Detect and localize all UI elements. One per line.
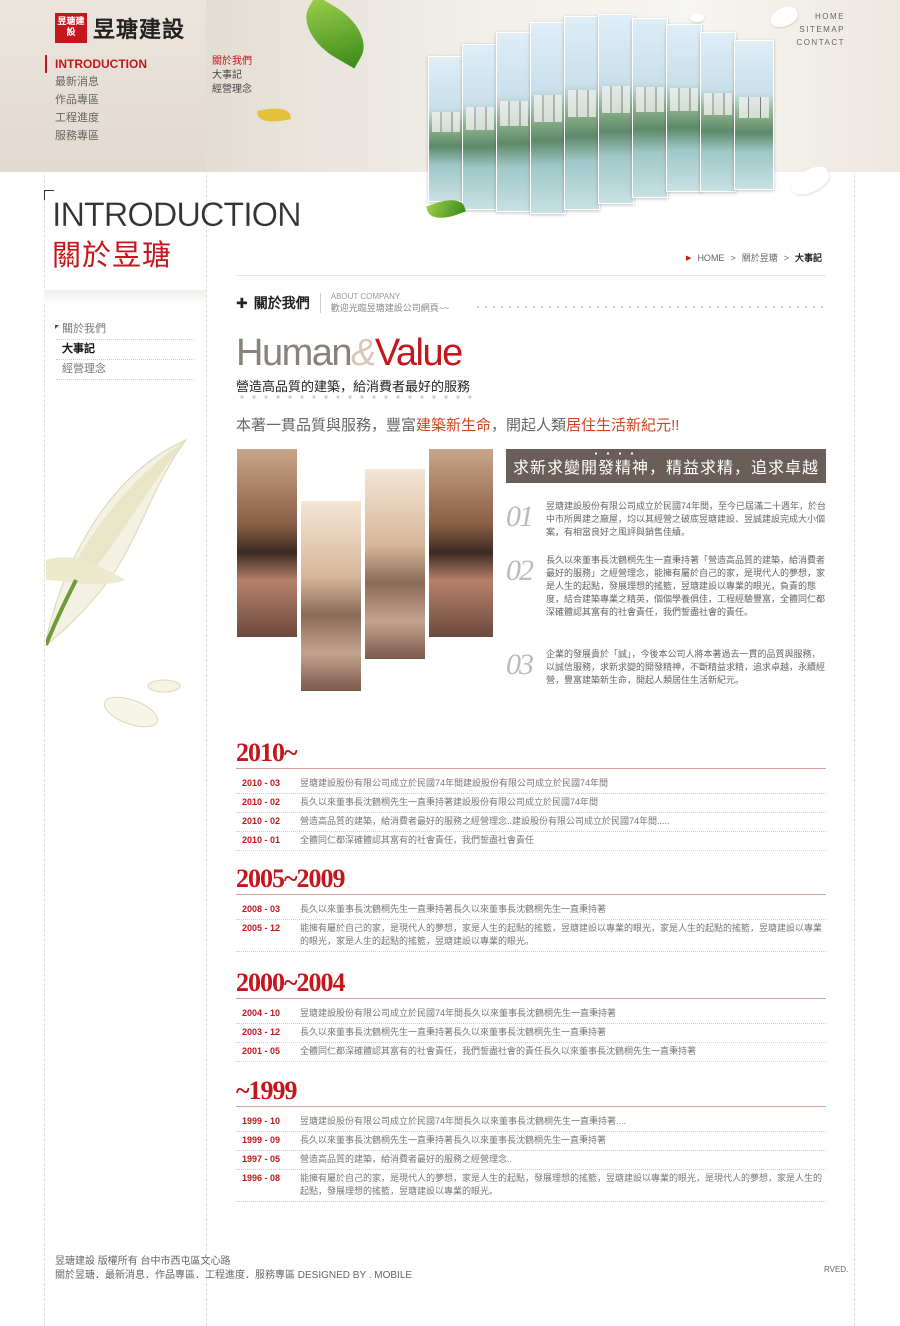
timeline-row: 1999 - 10 昱瑭建設股份有限公司成立於民國74年間長久以來董事長沈鶴桐先生… — [236, 1113, 826, 1132]
side-menu: 關於我們 大事記 經營理念 — [55, 320, 194, 380]
timeline-era: 2010~ 2010 - 03 昱瑭建設股份有限公司成立於民國74年間建設股份有限… — [236, 738, 826, 851]
subnav-item-philosophy[interactable]: 經營理念 — [212, 83, 252, 97]
section-subtitle: ABOUT COMPANY — [330, 292, 401, 301]
dotted-divider — [474, 306, 826, 308]
sidemenu-item-about[interactable]: 關於我們 — [55, 320, 194, 340]
divider — [236, 275, 826, 276]
nav-item-service[interactable]: 服務專區 — [55, 127, 147, 145]
era-year: 2010~ — [236, 738, 298, 767]
timeline-row: 1996 - 08 能擁有屬於自己的家，是現代人的夢想，家是人生的起點，發展理想的… — [236, 1170, 826, 1202]
timeline-era: 2000~2004 2004 - 10 昱瑭建設股份有限公司成立於民國74年間長久… — [236, 968, 826, 1062]
headline-tagline: 營造高品質的建築，給消費者最好的服務 — [236, 379, 471, 394]
divider — [236, 1106, 826, 1107]
slogan: 本著一貫品質與服務，豐富建築新生命，開起人類居住生活新紀元!! — [236, 417, 680, 434]
point-03: 03 企業的發展貴於「誠」，今後本公司人將本著過去一貫的品質與服務，以誠信服務，… — [506, 648, 826, 692]
breadcrumb-arrow-icon: ▶ — [686, 254, 692, 262]
page-heading-zh: 關於昱瑭 — [52, 240, 173, 272]
timeline-row: 2008 - 03 長久以來董事長沈鶴桐先生一直秉持著長久以來董事長沈鶴桐先生一直… — [236, 901, 826, 920]
timeline-row: 2010 - 03 昱瑭建設股份有限公司成立於民國74年間建設股份有限公司成立於民… — [236, 775, 826, 794]
timeline-row: 2010 - 02 長久以來董事長沈鶴桐先生一直秉持著建設股份有限公司成立於民國7… — [236, 794, 826, 813]
dotted-divider — [590, 452, 640, 455]
breadcrumb: ▶ HOME > 關於昱瑭 > 大事記 — [686, 251, 822, 264]
divider — [236, 998, 826, 999]
dove-icon — [690, 14, 704, 22]
util-sitemap-link[interactable]: SITEMAP — [796, 23, 845, 36]
bedroom-photo-collage — [236, 448, 494, 694]
logo-text: 昱瑭建設 — [93, 17, 186, 42]
footer-rights: RVED. — [824, 1265, 849, 1274]
logo-seal-icon: 昱瑭建設 — [55, 13, 87, 43]
calla-lily-icon — [46, 438, 188, 728]
column-guide-right — [854, 0, 855, 1326]
divider — [236, 894, 826, 895]
timeline-row: 2010 - 01 全體同仁都深確體認其富有的社會責任，我們誓盡社會責任 — [236, 832, 826, 851]
subnav-item-history[interactable]: 大事記 — [212, 69, 252, 83]
main-nav: INTRODUCTION 最新消息 作品專區 工程進度 服務專區 — [45, 55, 147, 145]
sidemenu-top-shade — [44, 290, 206, 304]
utility-nav: HOME SITEMAP CONTACT — [796, 10, 845, 49]
page-heading-en: INTRODUCTION — [52, 196, 302, 234]
era-year: 2005~2009 — [236, 864, 346, 893]
timeline-row: 2001 - 05 全體同仁都深確體認其富有的社會責任，我們誓盡社會的責任長久以來… — [236, 1043, 826, 1062]
site-footer: 昱瑭建設 版權所有 台中市西屯區文心路 關於昱瑭．最新消息．作品專區．工程進度．… — [55, 1255, 412, 1283]
timeline-row: 2005 - 12 能擁有屬於自己的家，是現代人的夢想，家是人生的起點的搖籃，昱瑭… — [236, 920, 826, 952]
section-description: 歡迎光臨昱瑭建設公司網頁~~ — [330, 303, 450, 313]
timeline-row: 1999 - 09 長久以來董事長沈鶴桐先生一直秉持著長久以來董事長沈鶴桐先生一直… — [236, 1132, 826, 1151]
breadcrumb-about[interactable]: 關於昱瑭 — [742, 251, 778, 264]
plus-icon: ✚ — [236, 294, 248, 311]
era-year: 2000~2004 — [236, 968, 346, 997]
section-header: ✚ 關於我們 ABOUT COMPANY 歡迎光臨昱瑭建設公司網頁~~ — [236, 292, 449, 314]
point-text: 企業的發展貴於「誠」，今後本公司人將本著過去一貫的品質與服務，以誠信服務，求新求… — [546, 649, 826, 685]
building-photo-mosaic — [428, 14, 788, 224]
point-number: 01 — [506, 500, 534, 533]
point-number: 02 — [506, 554, 534, 587]
nav-item-works[interactable]: 作品專區 — [55, 91, 147, 109]
divider — [236, 768, 826, 769]
sidemenu-item-history[interactable]: 大事記 — [56, 340, 194, 360]
point-01: 01 昱瑭建設股份有限公司成立於民國74年間，至今已屆滿二十週年，於台中市所興建… — [506, 500, 826, 550]
breadcrumb-current: 大事記 — [794, 253, 822, 263]
nav-item-progress[interactable]: 工程進度 — [55, 109, 147, 127]
timeline-row: 2010 - 02 營造高品質的建築，給消費者最好的服務之經營理念..建設股份有限… — [236, 813, 826, 832]
point-text: 昱瑭建設股份有限公司成立於民國74年間，至今已屆滿二十週年，於台中市所興建之廠屋… — [546, 501, 827, 537]
footer-links[interactable]: 關於昱瑭．最新消息．作品專區．工程進度．服務專區 DESIGNED BY . M… — [55, 1269, 412, 1283]
breadcrumb-home[interactable]: HOME — [697, 253, 724, 263]
breadcrumb-separator-icon: > — [783, 252, 789, 263]
timeline-era: 2005~2009 2008 - 03 長久以來董事長沈鶴桐先生一直秉持著長久以來… — [236, 864, 826, 952]
timeline-row: 2004 - 10 昱瑭建設股份有限公司成立於民國74年間長久以來董事長沈鶴桐先生… — [236, 1005, 826, 1024]
dotted-divider — [236, 395, 476, 399]
divider — [319, 293, 321, 313]
point-text: 長久以來董事長沈鶴桐先生一直秉持著「營造高品質的建築，給消費者最好的服務」之經營… — [546, 555, 826, 617]
util-contact-link[interactable]: CONTACT — [796, 36, 845, 49]
site-logo[interactable]: 昱瑭建設 昱瑭建設 — [55, 12, 185, 44]
footer-copyright: 昱瑭建設 版權所有 台中市西屯區文心路 — [55, 1256, 231, 1267]
spirit-banner: 求新求變開發精神，精益求精，追求卓越 — [506, 449, 826, 483]
sub-nav: 關於我們 大事記 經營理念 — [212, 55, 252, 97]
section-title: 關於我們 — [253, 295, 310, 311]
point-02: 02 長久以來董事長沈鶴桐先生一直秉持著「營造高品質的建築，給消費者最好的服務」… — [506, 554, 826, 640]
era-year: ~1999 — [236, 1076, 298, 1105]
breadcrumb-separator-icon: > — [730, 252, 736, 263]
timeline-row: 2003 - 12 長久以來董事長沈鶴桐先生一直秉持著長久以來董事長沈鶴桐先生一直… — [236, 1024, 826, 1043]
headline-human-value: Human&Value — [236, 332, 463, 374]
timeline-era: ~1999 1999 - 10 昱瑭建設股份有限公司成立於民國74年間長久以來董事… — [236, 1076, 826, 1202]
nav-item-news[interactable]: 最新消息 — [55, 73, 147, 91]
nav-item-introduction[interactable]: INTRODUCTION — [45, 55, 147, 73]
timeline-row: 1997 - 05 營造高品質的建築，給消費者最好的服務之經營理念.. — [236, 1151, 826, 1170]
sidemenu-item-philosophy[interactable]: 經營理念 — [56, 360, 194, 380]
subnav-item-about[interactable]: 關於我們 — [212, 55, 252, 69]
util-home-link[interactable]: HOME — [796, 10, 845, 23]
point-number: 03 — [506, 648, 534, 681]
